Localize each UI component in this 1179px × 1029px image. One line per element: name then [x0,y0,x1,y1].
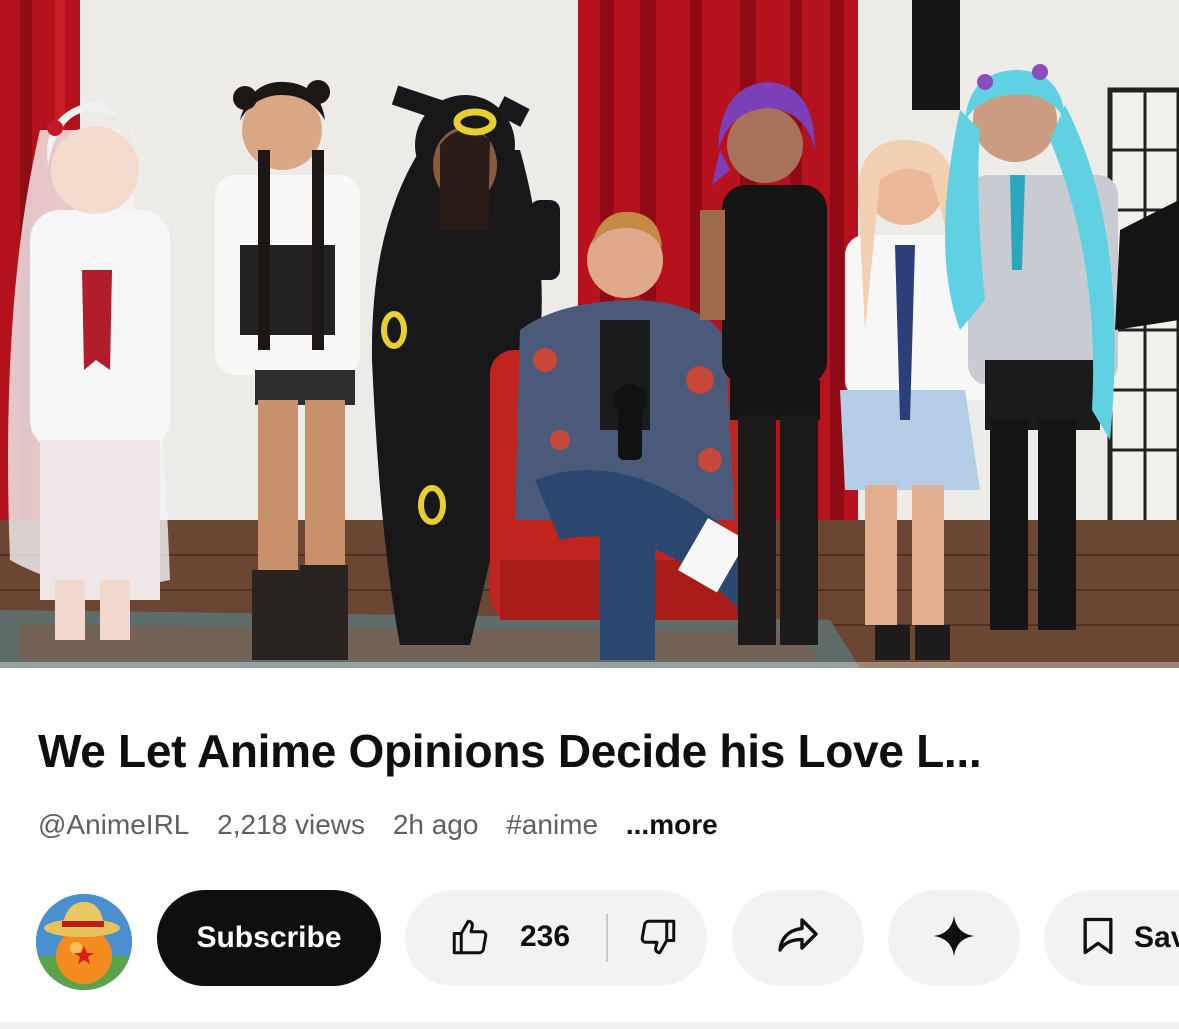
share-button[interactable] [732,890,864,986]
like-dislike-group: 236 [405,890,707,986]
thumb-down-icon [637,916,679,963]
more-description-link[interactable]: ...more [626,809,718,840]
remix-button[interactable] [888,890,1020,986]
sparkle-icon [931,913,977,964]
thumb-up-icon [449,916,491,963]
video-thumbnail-frame [0,0,1179,668]
action-bar: Subscribe 236 Sa [0,890,1179,990]
save-label: Sav [1134,921,1179,954]
bookmark-icon [1076,914,1120,963]
dislike-button[interactable] [609,890,707,986]
panel-bottom-divider [0,1022,1179,1029]
like-button[interactable]: 236 [405,890,607,986]
subscribe-button[interactable]: Subscribe [157,890,381,986]
channel-avatar-image [36,894,132,990]
like-divider [606,914,608,962]
video-info-panel: We Let Anime Opinions Decide his Love L.… [0,668,1179,1029]
video-metadata-row[interactable]: @AnimeIRL 2,218 views 2h ago #anime ...m… [38,809,738,841]
view-count: 2,218 views [217,809,366,840]
save-button[interactable]: Sav [1044,890,1179,986]
channel-avatar[interactable] [36,894,132,990]
channel-handle[interactable]: @AnimeIRL [38,809,189,840]
hashtag-link[interactable]: #anime [506,809,598,840]
video-player[interactable] [0,0,1179,668]
video-title[interactable]: We Let Anime Opinions Decide his Love L.… [38,724,1148,778]
like-count: 236 [520,920,571,953]
upload-age: 2h ago [392,809,479,840]
share-arrow-icon [774,912,822,965]
